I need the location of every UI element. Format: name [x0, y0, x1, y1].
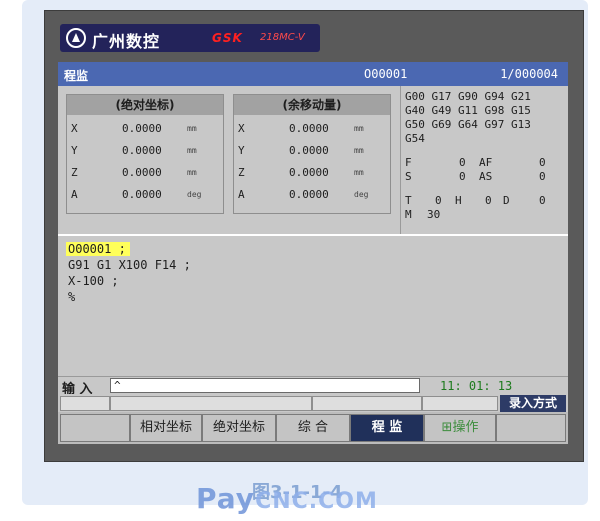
feed-row: F 0 AF 0: [405, 156, 565, 170]
status-cell: [60, 396, 110, 411]
gsk-mark: GSK: [212, 31, 243, 45]
softkey-blank[interactable]: [60, 414, 130, 442]
axis-unit: mm: [187, 146, 197, 155]
axis-unit: mm: [187, 168, 197, 177]
operation-mode-badge: 录入方式: [500, 395, 566, 412]
status-cell: [312, 396, 422, 411]
softkey-operation[interactable]: ⊞操作: [424, 414, 496, 442]
axis-value: 0.0000: [122, 144, 162, 157]
rem-axis-row: X 0.0000 mm: [234, 119, 390, 139]
abs-axis-row: Y 0.0000 mm: [67, 141, 223, 161]
axis-value: 0.0000: [122, 166, 162, 179]
rem-axis-row: A 0.0000 deg: [234, 185, 390, 205]
m-code-value: 30: [427, 208, 441, 221]
modal-gcode-panel: G00 G17 G90 G94 G21 G40 G49 G11 G98 G15 …: [400, 86, 568, 236]
brand-name: 广州数控: [92, 32, 161, 51]
page-title: 程监: [64, 69, 89, 83]
clock-display: 11: 01: 13: [440, 379, 513, 393]
softkey-program-monitor[interactable]: 程 监: [350, 414, 424, 442]
abs-axis-row: Z 0.0000 mm: [67, 163, 223, 183]
feed-value: 0: [459, 156, 466, 169]
axis-value: 0.0000: [122, 122, 162, 135]
gsk-logo-icon: [66, 28, 86, 48]
cnc-screen: 程监 O00001 1/000004 (绝对坐标) X 0.0000 mm Y …: [58, 62, 568, 444]
diameter-offset-label: D: [503, 194, 510, 207]
diameter-offset-value: 0: [539, 194, 546, 207]
softkey-relative-coords[interactable]: 相对坐标: [130, 414, 202, 442]
absolute-coordinates-title: (绝对坐标): [67, 95, 223, 115]
m-code-row: M 30: [405, 208, 565, 222]
screen-title-bar: 程监 O00001 1/000004: [58, 62, 568, 86]
height-offset-value: 0: [485, 194, 492, 207]
watermark-sub: CNC.COM: [255, 489, 378, 514]
axis-label: Y: [71, 144, 78, 157]
actual-spindle-value: 0: [539, 170, 546, 183]
tool-value: 0: [435, 194, 442, 207]
spindle-row: S 0 AS 0: [405, 170, 565, 184]
absolute-coordinates-box: (绝对坐标) X 0.0000 mm Y 0.0000 mm Z 0.0000 …: [66, 94, 224, 214]
modal-gcode-line: G50 G69 G64 G97 G13: [405, 118, 531, 131]
program-line[interactable]: %: [68, 290, 75, 304]
axis-unit: mm: [354, 124, 364, 133]
axis-value: 0.0000: [122, 188, 162, 201]
remaining-move-title: (余移动量): [234, 95, 390, 115]
axis-unit: deg: [187, 190, 202, 199]
axis-label: Z: [71, 166, 78, 179]
input-row: 输 入 ^ 11: 01: 13: [58, 376, 568, 397]
modal-gcode-line: G00 G17 G90 G94 G21: [405, 90, 531, 103]
axis-label: Z: [238, 166, 245, 179]
program-number: O00001: [364, 67, 408, 81]
status-cell: [110, 396, 312, 411]
rem-axis-row: Y 0.0000 mm: [234, 141, 390, 161]
remaining-move-box: (余移动量) X 0.0000 mm Y 0.0000 mm Z 0.0000 …: [233, 94, 391, 214]
softkey-absolute-coords[interactable]: 绝对坐标: [202, 414, 276, 442]
axis-unit: mm: [187, 124, 197, 133]
feed-label: F: [405, 156, 412, 169]
axis-label: Y: [238, 144, 245, 157]
axis-label: A: [71, 188, 78, 201]
height-offset-label: H: [455, 194, 462, 207]
actual-feed-label: AF: [479, 156, 493, 169]
softkey-bar: 相对坐标 绝对坐标 综 合 程 监 ⊞操作: [58, 412, 568, 444]
axis-unit: deg: [354, 190, 369, 199]
m-code-label: M: [405, 208, 412, 221]
axis-value: 0.0000: [289, 122, 329, 135]
abs-axis-row: A 0.0000 deg: [67, 185, 223, 205]
program-line[interactable]: G91 G1 X100 F14 ;: [68, 258, 191, 272]
axis-value: 0.0000: [289, 166, 329, 179]
abs-axis-row: X 0.0000 mm: [67, 119, 223, 139]
tool-label: T: [405, 194, 412, 207]
axis-value: 0.0000: [289, 144, 329, 157]
brand-logo-bar: 广州数控 GSK 218MC-V: [60, 24, 320, 52]
program-line[interactable]: X-100 ;: [68, 274, 119, 288]
axis-label: X: [238, 122, 245, 135]
actual-spindle-label: AS: [479, 170, 493, 183]
axis-unit: mm: [354, 146, 364, 155]
axis-value: 0.0000: [289, 188, 329, 201]
command-input[interactable]: ^: [110, 378, 420, 393]
rem-axis-row: Z 0.0000 mm: [234, 163, 390, 183]
axis-label: A: [238, 188, 245, 201]
modal-gcode-line: G40 G49 G11 G98 G15: [405, 104, 531, 117]
status-row: 录入方式: [58, 394, 568, 412]
model-number: 218MC-V: [260, 32, 305, 43]
softkey-overall[interactable]: 综 合: [276, 414, 350, 442]
actual-feed-value: 0: [539, 156, 546, 169]
axis-unit: mm: [354, 168, 364, 177]
spindle-value: 0: [459, 170, 466, 183]
sequence-number: 1/000004: [500, 67, 558, 81]
status-cell: [422, 396, 498, 411]
watermark-main: Pay: [196, 482, 256, 515]
axis-label: X: [71, 122, 78, 135]
current-program-line[interactable]: O00001 ;: [66, 242, 130, 256]
modal-gcode-line: G54: [405, 132, 425, 145]
coordinate-area: (绝对坐标) X 0.0000 mm Y 0.0000 mm Z 0.0000 …: [58, 86, 400, 236]
tool-row: T 0 H 0 D 0: [405, 194, 565, 208]
softkey-blank[interactable]: [496, 414, 566, 442]
program-listing[interactable]: O00001 ; G91 G1 X100 F14 ; X-100 ; %: [58, 236, 568, 376]
site-watermark: PayCNC.COM: [196, 482, 378, 515]
spindle-label: S: [405, 170, 412, 183]
